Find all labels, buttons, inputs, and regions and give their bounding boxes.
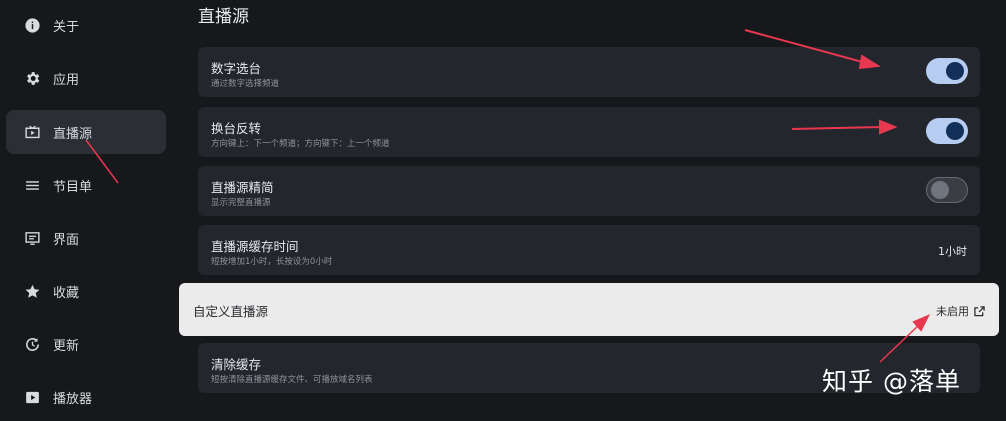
- sidebar-item-live-source[interactable]: 直播源: [6, 110, 166, 154]
- sidebar: 关于 应用 直播源 节目单 界面 收藏 更新 播放器: [0, 0, 176, 421]
- live-tv-icon: [23, 123, 41, 141]
- toggle-switch[interactable]: [926, 58, 968, 84]
- sidebar-item-player[interactable]: 播放器: [6, 375, 166, 419]
- sidebar-item-label: 节目单: [53, 179, 93, 195]
- setting-channel-reverse[interactable]: 换台反转 方向键上：下一个频道；方向键下：上一个频道: [198, 107, 980, 157]
- sidebar-item-label: 关于: [53, 19, 80, 35]
- sidebar-item-favorites[interactable]: 收藏: [6, 269, 166, 313]
- gear-icon: [23, 69, 41, 87]
- update-icon: [23, 335, 41, 353]
- setting-subtitle: 显示完整直播源: [211, 198, 271, 208]
- page-title: 直播源: [198, 7, 249, 27]
- sidebar-item-about[interactable]: 关于: [6, 3, 166, 47]
- player-icon: [23, 388, 41, 406]
- sidebar-item-label: 播放器: [53, 391, 93, 407]
- watermark: 知乎 @落单: [822, 367, 961, 396]
- screen-icon: [23, 229, 41, 247]
- setting-title: 换台反转: [211, 121, 262, 136]
- setting-subtitle: 方向键上：下一个频道；方向键下：上一个频道: [211, 139, 390, 149]
- toggle-switch[interactable]: [926, 177, 968, 203]
- sidebar-item-epg[interactable]: 节目单: [6, 163, 166, 207]
- setting-subtitle: 短按清除直播源缓存文件、可播放域名列表: [211, 375, 373, 385]
- sidebar-item-label: 直播源: [53, 126, 93, 142]
- info-icon: [23, 16, 41, 34]
- setting-custom-live-source[interactable]: 自定义直播源 未启用: [179, 283, 999, 336]
- setting-value: 1小时: [938, 245, 967, 258]
- sidebar-item-label: 更新: [53, 338, 80, 354]
- menu-list-icon: [23, 176, 41, 194]
- toggle-knob: [946, 122, 964, 140]
- setting-title: 直播源缓存时间: [211, 239, 299, 254]
- sidebar-item-label: 应用: [53, 72, 80, 88]
- toggle-knob: [946, 62, 964, 80]
- toggle-knob: [931, 181, 949, 199]
- toggle-switch[interactable]: [926, 118, 968, 144]
- setting-digit-channel-select[interactable]: 数字选台 通过数字选择频道: [198, 47, 980, 97]
- setting-title: 直播源精简: [211, 180, 274, 195]
- sidebar-item-apps[interactable]: 应用: [6, 56, 166, 100]
- star-icon: [23, 282, 41, 300]
- setting-subtitle: 通过数字选择频道: [211, 79, 280, 89]
- setting-cache-time[interactable]: 直播源缓存时间 短按增加1小时，长按设为0小时 1小时: [198, 225, 980, 275]
- setting-title: 清除缓存: [211, 357, 262, 372]
- setting-value: 未启用: [936, 305, 969, 318]
- setting-status: 未启用: [936, 303, 985, 319]
- setting-subtitle: 短按增加1小时，长按设为0小时: [211, 257, 333, 267]
- sidebar-item-label: 收藏: [53, 285, 80, 301]
- sidebar-item-label: 界面: [53, 232, 80, 248]
- setting-title: 数字选台: [211, 61, 262, 76]
- sidebar-item-update[interactable]: 更新: [6, 322, 166, 366]
- external-link-icon: [974, 305, 985, 317]
- sidebar-item-ui[interactable]: 界面: [6, 216, 166, 260]
- setting-title: 自定义直播源: [193, 304, 269, 319]
- setting-live-source-simplify[interactable]: 直播源精简 显示完整直播源: [198, 166, 980, 216]
